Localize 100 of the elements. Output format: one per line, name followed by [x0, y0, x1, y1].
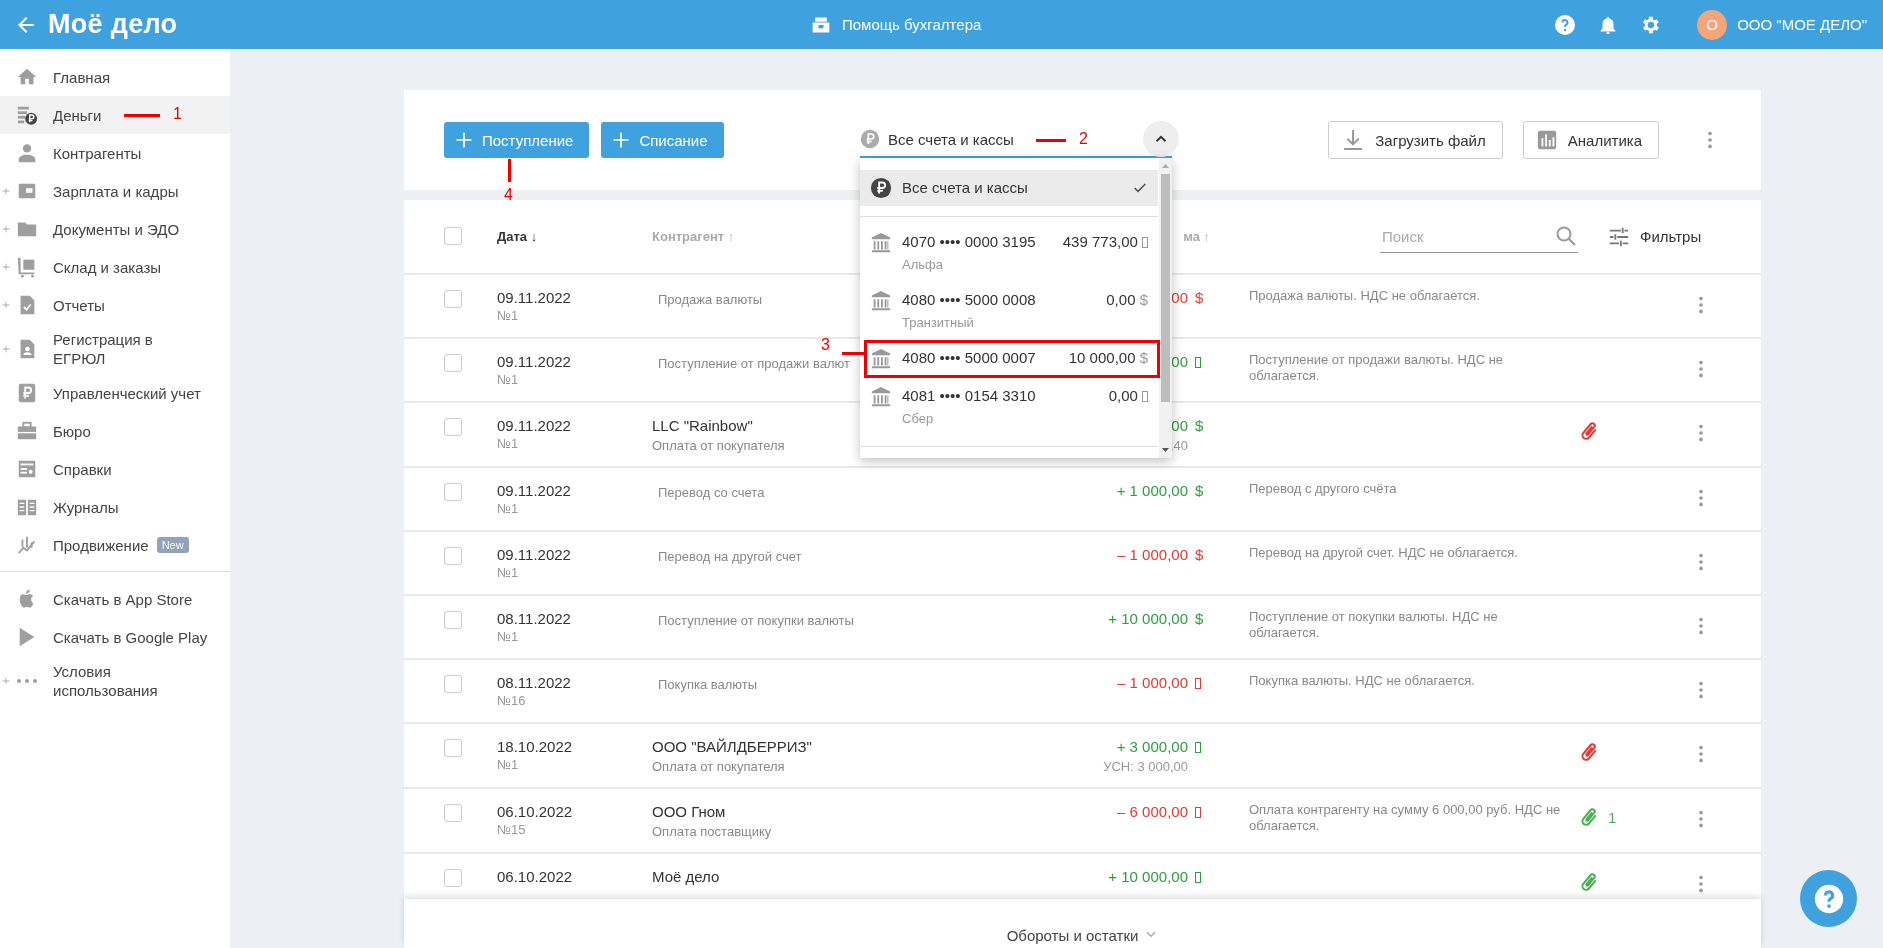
dropdown-item[interactable]: 4080 •••• 5000 0007 10 000,00 $ [860, 340, 1158, 378]
date: 09.11.2022 [497, 545, 572, 564]
comment: Оплата контрагенту на сумму 6 000,00 руб. НДС не облагается. [1249, 802, 1561, 833]
checkbox[interactable] [444, 869, 462, 887]
counterparty-name[interactable]: ООО "ВАЙЛДБЕРРИЗ" [652, 737, 812, 757]
payment-purpose: Оплата от покупателя [652, 758, 785, 776]
briefcase-icon [16, 420, 38, 442]
sidebar-link[interactable]: Скачать в App Store [0, 580, 230, 618]
sidebar-item[interactable]: Журналы [0, 488, 230, 526]
upload-file-button[interactable]: Загрузить файл [1328, 121, 1503, 159]
checkbox[interactable] [444, 483, 462, 501]
payment-purpose: Перевод со счета [658, 484, 765, 502]
dropdown-item[interactable]: 4081 •••• 0154 3310 Сбер 0,00 [860, 378, 1158, 436]
document-number: №1 [497, 371, 520, 389]
document-number: №1 [497, 564, 520, 582]
amount: – 6 000,00 [1117, 802, 1188, 821]
chart-icon [16, 534, 38, 556]
date: 09.11.2022 [497, 481, 572, 500]
document-number: №1 [497, 435, 520, 453]
checkbox[interactable] [444, 227, 462, 245]
sidebar-item[interactable]: Отчеты [0, 286, 230, 324]
sidebar-item[interactable]: Продвижение New [0, 526, 230, 564]
scrollbar[interactable] [1159, 158, 1172, 458]
payment-purpose: Перевод на другой счет [658, 548, 802, 566]
amount: – 1 000,00 [1117, 545, 1188, 564]
sidebar-item[interactable]: Деньги 1 [0, 96, 230, 134]
turnover-toggle[interactable]: Обороты и остатки [404, 899, 1761, 948]
column-header[interactable]: Дата ↓ [497, 229, 652, 244]
checkbox[interactable] [444, 804, 462, 822]
sidebar-item[interactable]: Справки [0, 450, 230, 488]
currency-sign: $ [1195, 482, 1204, 499]
checkbox[interactable] [444, 418, 462, 436]
currency-glyph-icon [1195, 357, 1201, 368]
analytics-button[interactable]: Аналитика [1522, 121, 1659, 159]
document-number: №1 [497, 628, 520, 646]
checkbox[interactable] [444, 354, 462, 372]
account-select[interactable]: Все счета и кассы [860, 122, 1020, 156]
checkbox[interactable] [444, 675, 462, 693]
ruble-circle-icon [860, 129, 880, 149]
date: 09.11.2022 [497, 288, 572, 307]
money-icon [16, 104, 38, 126]
currency-sign: $ [1195, 610, 1204, 627]
date: 08.11.2022 [497, 673, 572, 692]
account-number: 4081 •••• 0154 3310 [902, 386, 1037, 406]
date: 09.11.2022 [497, 416, 572, 435]
annotation-line [508, 159, 511, 182]
sidebar-link[interactable]: Скачать в Google Play [0, 618, 230, 656]
checkbox[interactable] [444, 290, 462, 308]
currency-glyph-icon [1142, 391, 1148, 402]
plus-icon [611, 130, 632, 150]
comment: Продажа валюты. НДС не облагается. [1249, 288, 1480, 303]
sidebar-item[interactable]: Контрагенты [0, 134, 230, 172]
payment-purpose: Оплата поставщику [652, 823, 772, 841]
sidebar-item[interactable]: Главная [0, 58, 230, 96]
help-icon[interactable] [1553, 12, 1578, 37]
search-icon [1554, 224, 1578, 248]
amount: + 3 000,00 [1116, 737, 1188, 756]
date: 06.10.2022 [497, 867, 574, 886]
help-button[interactable] [1800, 870, 1857, 927]
sidebar-item[interactable]: Зарплата и кадры [0, 172, 230, 210]
account-balance: 439 773,00 [1062, 233, 1138, 250]
checkbox[interactable] [444, 547, 462, 565]
checkbox[interactable] [444, 739, 462, 757]
amount: + 10 000,00 [1108, 867, 1188, 886]
tax-amount: УСН: 3 000,00 [1103, 758, 1188, 776]
payment-purpose: Поступление от покупки валюты [658, 612, 854, 630]
bank-icon [870, 386, 892, 408]
filters-button[interactable]: Фильтры [1578, 225, 1721, 248]
dropdown-item[interactable]: 4080 •••• 5000 0008 Транзитный 0,00 $ [860, 282, 1158, 340]
annotation-number: 4 [504, 186, 513, 204]
currency-sign: $ [1195, 417, 1204, 434]
amount: + 1 000,00 [1116, 481, 1188, 500]
comment: Поступление от покупки валюты. НДС не облагается. [1249, 609, 1498, 640]
sidebar-item[interactable]: Управленческий учет [0, 374, 230, 412]
document-number: №1 [497, 756, 520, 774]
counterparty-name[interactable]: LLC "Rainbow" [652, 416, 753, 436]
amount: 00 [1171, 352, 1188, 371]
bank-icon [870, 348, 892, 370]
dropdown-item[interactable]: 4070 •••• 0000 3195 Альфа 439 773,00 [860, 224, 1158, 282]
sidebar-item[interactable]: Документы и ЭДО [0, 210, 230, 248]
annotation-line [1036, 139, 1066, 142]
ruble-document-icon [16, 382, 38, 404]
collapse-button[interactable] [1143, 121, 1179, 157]
counterparty-name[interactable]: Моё дело [652, 867, 720, 887]
account-number: 4070 •••• 0000 3195 [902, 232, 1037, 252]
sidebar-item[interactable]: Бюро [0, 412, 230, 450]
sidebar-item[interactable]: Регистрация в ЕГРЮЛ [0, 324, 230, 374]
new-badge: New [156, 537, 189, 553]
annotation-line [124, 114, 160, 117]
sidebar-item[interactable]: Склад и заказы [0, 248, 230, 286]
currency-glyph-icon [1142, 237, 1148, 248]
form-icon [16, 458, 38, 480]
sidebar-link[interactable]: Условия использования [0, 656, 230, 706]
dropdown-item[interactable]: Все счета и кассы [860, 170, 1158, 206]
currency-glyph-icon [1195, 807, 1201, 818]
checkbox[interactable] [444, 611, 462, 629]
currency-glyph-icon [1195, 742, 1201, 753]
payment-purpose: Оплата от покупателя [652, 437, 785, 455]
counterparty-name[interactable]: ООО Гном [652, 802, 726, 822]
attachment-count: 1 [1608, 808, 1617, 826]
